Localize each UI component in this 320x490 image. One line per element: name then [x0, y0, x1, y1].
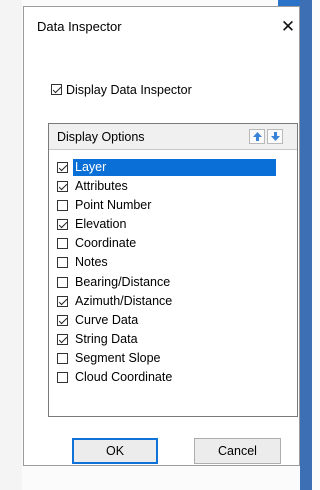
dialog-title: Data Inspector	[37, 19, 122, 34]
item-label: Azimuth/Distance	[75, 293, 173, 308]
item-label: Curve Data	[75, 312, 139, 327]
arrow-down-icon	[271, 132, 280, 141]
list-item[interactable]: Elevation	[55, 215, 282, 234]
ok-button[interactable]: OK	[72, 438, 158, 464]
item-label: Segment Slope	[75, 350, 161, 365]
display-options-title: Display Options	[57, 130, 145, 144]
move-down-button[interactable]	[267, 129, 283, 144]
cancel-button[interactable]: Cancel	[194, 438, 281, 464]
list-item[interactable]: Cloud Coordinate	[55, 368, 282, 387]
list-item[interactable]: Coordinate	[55, 234, 282, 253]
display-options-header: Display Options	[49, 124, 297, 150]
item-checkbox[interactable]	[57, 352, 68, 364]
item-checkbox[interactable]	[57, 372, 68, 384]
item-label: Coordinate	[75, 236, 137, 251]
list-item[interactable]: Azimuth/Distance	[55, 292, 282, 311]
item-label: Notes	[75, 255, 108, 270]
list-item[interactable]: Notes	[55, 253, 282, 272]
list-item[interactable]: Attributes	[55, 177, 282, 196]
display-options-group: Display Options Layer Attributes Point Num…	[48, 123, 298, 417]
background-window-left	[0, 0, 22, 490]
item-label: Cloud Coordinate	[75, 370, 173, 385]
list-item[interactable]: Layer	[55, 158, 282, 177]
display-options-list: Layer Attributes Point Number Elevation Coor…	[55, 158, 282, 412]
item-label: Layer	[73, 159, 276, 176]
close-icon[interactable]: ✕	[277, 14, 299, 40]
item-checkbox[interactable]	[57, 257, 68, 269]
item-label: Bearing/Distance	[75, 274, 171, 289]
list-item[interactable]: Point Number	[55, 196, 282, 215]
item-checkbox[interactable]	[57, 333, 68, 345]
display-data-inspector-checkbox[interactable]: Display Data Inspector	[51, 82, 192, 97]
title-bar: Data Inspector ✕	[24, 7, 299, 47]
item-checkbox[interactable]	[57, 238, 68, 250]
item-label: Point Number	[75, 198, 152, 213]
item-checkbox[interactable]	[57, 219, 68, 231]
item-checkbox[interactable]	[57, 200, 68, 212]
arrow-up-icon	[253, 132, 262, 141]
list-item[interactable]: String Data	[55, 330, 282, 349]
background-window-right	[300, 0, 312, 490]
item-checkbox[interactable]	[57, 295, 68, 307]
item-label: Elevation	[75, 217, 127, 232]
item-checkbox[interactable]	[57, 314, 68, 326]
list-item[interactable]: Segment Slope	[55, 349, 282, 368]
list-item[interactable]: Curve Data	[55, 311, 282, 330]
move-up-button[interactable]	[249, 129, 265, 144]
item-label: Attributes	[75, 179, 128, 194]
data-inspector-dialog: Data Inspector ✕ Display Data Inspector …	[23, 6, 300, 466]
item-checkbox[interactable]	[57, 181, 68, 193]
checkbox-box[interactable]	[51, 84, 62, 96]
checkbox-label: Display Data Inspector	[66, 82, 192, 97]
item-checkbox[interactable]	[57, 162, 68, 173]
list-item[interactable]: Bearing/Distance	[55, 273, 282, 292]
item-checkbox[interactable]	[57, 276, 68, 288]
item-label: String Data	[75, 331, 138, 346]
